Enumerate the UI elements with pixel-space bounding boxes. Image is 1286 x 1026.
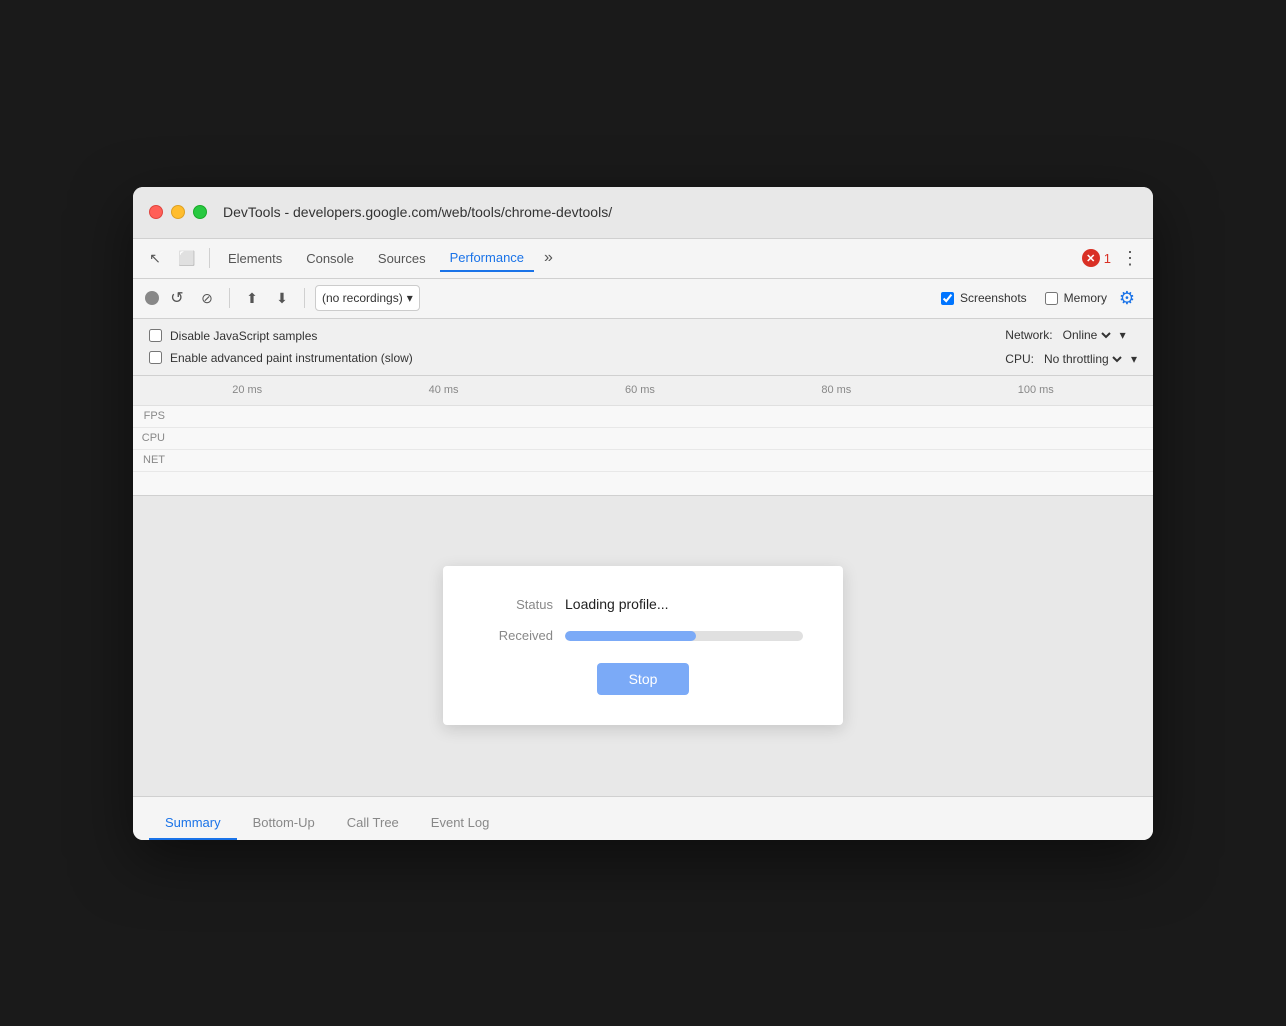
tab-sources[interactable]: Sources [368, 244, 436, 272]
upload-icon: ⬆ [246, 290, 258, 307]
js-samples-label: Disable JavaScript samples [170, 329, 317, 343]
close-button[interactable] [149, 205, 163, 219]
bottom-tab-event-log[interactable]: Event Log [415, 807, 506, 840]
ruler-mark-20ms: 20 ms [232, 384, 262, 396]
recordings-value: (no recordings) [322, 291, 403, 305]
bottom-tab-summary[interactable]: Summary [149, 807, 237, 840]
upload-button[interactable]: ⬆ [240, 286, 264, 310]
net-row: NET [133, 450, 1153, 472]
status-label-text: Status [483, 597, 553, 612]
screenshots-checkbox-label[interactable]: Screenshots [941, 291, 1027, 305]
fps-content [173, 406, 1153, 427]
timeline-ruler: 20 ms 40 ms 60 ms 80 ms 100 ms [133, 376, 1153, 406]
network-select[interactable]: Online [1059, 327, 1114, 343]
tabs-bar: ↖ ⬜ Elements Console Sources Performance… [133, 239, 1153, 279]
cpu-dropdown-icon: ▾ [1131, 352, 1137, 366]
cursor-icon: ↖ [149, 250, 161, 267]
download-button[interactable]: ⬇ [270, 286, 294, 310]
performance-toolbar: ↺ ⊘ ⬆ ⬇ (no recordings) ▾ Screenshots Me… [133, 279, 1153, 319]
memory-checkbox-label[interactable]: Memory [1045, 291, 1107, 305]
cpu-row-label: CPU [133, 432, 173, 444]
stop-button[interactable]: Stop [597, 663, 690, 695]
devtools-window: DevTools - developers.google.com/web/too… [133, 187, 1153, 840]
error-circle: ✕ [1082, 249, 1100, 267]
memory-label-text: Memory [1064, 291, 1107, 305]
progress-bar-fill [565, 631, 696, 641]
timeline-rows: FPS CPU NET [133, 406, 1153, 472]
cpu-content [173, 428, 1153, 449]
ruler-mark-40ms: 40 ms [429, 384, 459, 396]
cursor-tool-button[interactable]: ↖ [141, 244, 169, 272]
status-row: Status Loading profile... [483, 596, 803, 612]
paint-setting: Enable advanced paint instrumentation (s… [149, 351, 413, 365]
toolbar-divider-2 [304, 288, 305, 308]
settings-bar: Disable JavaScript samples Enable advanc… [133, 319, 1153, 376]
gear-icon: ⚙ [1119, 288, 1135, 309]
tab-console[interactable]: Console [296, 244, 364, 272]
settings-right: Network: Online ▾ CPU: No throttling ▾ [1005, 327, 1137, 367]
tab-divider-1 [209, 248, 210, 268]
js-samples-setting: Disable JavaScript samples [149, 329, 413, 343]
cpu-row: CPU [133, 428, 1153, 450]
cpu-setting: CPU: No throttling ▾ [1005, 351, 1137, 367]
bottom-tabs: Summary Bottom-Up Call Tree Event Log [133, 796, 1153, 840]
cpu-label: CPU: [1005, 352, 1034, 366]
capture-settings-button[interactable]: ⚙ [1113, 284, 1141, 312]
recordings-dropdown[interactable]: (no recordings) ▾ [315, 285, 420, 311]
error-count: 1 [1104, 251, 1111, 266]
cpu-select[interactable]: No throttling [1040, 351, 1125, 367]
window-title: DevTools - developers.google.com/web/too… [223, 204, 612, 220]
title-bar: DevTools - developers.google.com/web/too… [133, 187, 1153, 239]
received-label-text: Received [483, 628, 553, 643]
download-icon: ⬇ [276, 290, 288, 307]
screenshots-checkbox[interactable] [941, 292, 954, 305]
fps-label: FPS [133, 410, 173, 422]
ruler-mark-100ms: 100 ms [1018, 384, 1054, 396]
device-toolbar-button[interactable]: ⬜ [173, 244, 201, 272]
maximize-button[interactable] [193, 205, 207, 219]
settings-left: Disable JavaScript samples Enable advanc… [149, 329, 413, 365]
error-badge: ✕ 1 [1082, 249, 1111, 267]
network-setting: Network: Online ▾ [1005, 327, 1137, 343]
timeline-area: 20 ms 40 ms 60 ms 80 ms 100 ms FPS CPU N… [133, 376, 1153, 496]
received-row: Received [483, 628, 803, 643]
status-dialog: Status Loading profile... Received Stop [443, 566, 843, 725]
bottom-tab-call-tree[interactable]: Call Tree [331, 807, 415, 840]
js-samples-checkbox[interactable] [149, 329, 162, 342]
ruler-marks: 20 ms 40 ms 60 ms 80 ms 100 ms [149, 384, 1137, 396]
minimize-button[interactable] [171, 205, 185, 219]
toolbar-divider-1 [229, 288, 230, 308]
tab-elements[interactable]: Elements [218, 244, 292, 272]
main-content: Status Loading profile... Received Stop [133, 496, 1153, 796]
error-x: ✕ [1086, 252, 1095, 265]
record-button[interactable] [145, 291, 159, 305]
ruler-mark-80ms: 80 ms [821, 384, 851, 396]
status-value: Loading profile... [565, 596, 669, 612]
network-label: Network: [1005, 328, 1052, 342]
tab-performance[interactable]: Performance [440, 244, 534, 272]
memory-checkbox[interactable] [1045, 292, 1058, 305]
net-label: NET [133, 454, 173, 466]
screenshots-label-text: Screenshots [960, 291, 1027, 305]
more-tabs-button[interactable]: » [538, 245, 559, 271]
reload-icon: ↺ [170, 288, 183, 308]
block-icon: ⊘ [201, 290, 213, 307]
network-dropdown-icon: ▾ [1120, 328, 1126, 342]
dropdown-arrow-icon: ▾ [407, 291, 413, 305]
paint-checkbox[interactable] [149, 351, 162, 364]
ruler-mark-60ms: 60 ms [625, 384, 655, 396]
bottom-tab-bottom-up[interactable]: Bottom-Up [237, 807, 331, 840]
device-icon: ⬜ [178, 250, 195, 267]
net-content [173, 450, 1153, 471]
clear-button[interactable]: ⊘ [195, 286, 219, 310]
reload-record-button[interactable]: ↺ [165, 286, 189, 310]
more-menu-button[interactable]: ⋮ [1115, 244, 1145, 273]
progress-bar-container [565, 631, 803, 641]
traffic-lights [149, 205, 207, 219]
paint-label: Enable advanced paint instrumentation (s… [170, 351, 413, 365]
fps-row: FPS [133, 406, 1153, 428]
